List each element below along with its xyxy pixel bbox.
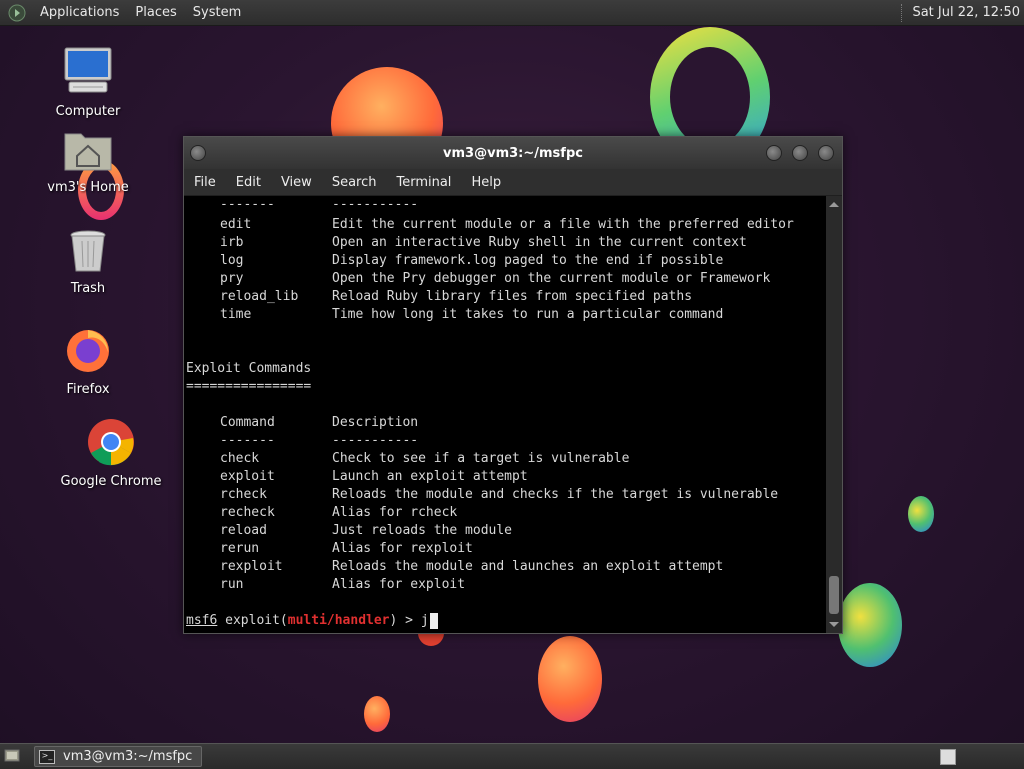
command-description: Alias for exploit [332,577,466,592]
command-description: Open an interactive Ruby shell in the cu… [332,235,747,250]
command-name: rerun [220,541,260,556]
panel-separator [901,3,904,22]
menu-edit[interactable]: Edit [226,175,271,190]
command-name: log [220,253,244,268]
terminal-icon: >_ [39,749,55,764]
command-description: Reloads the module and checks if the tar… [332,487,779,502]
command-description: Reload Ruby library files from specified… [332,289,693,304]
command-description: Edit the current module or a file with t… [332,217,794,232]
firefox-icon [67,330,109,372]
desktop-icon-chrome[interactable]: Google Chrome [58,418,164,489]
command-name: pry [220,271,244,286]
taskbar-button-label: vm3@vm3:~/msfpc [63,749,193,764]
desktop-icon-computer[interactable]: Computer [38,46,138,119]
desktop-icon-home[interactable]: vm3's Home [38,128,138,195]
prompt-tail: ) > [389,613,421,628]
command-name: reload_lib [220,289,299,304]
prompt-context: exploit( [217,613,288,628]
terminal-window[interactable]: vm3@vm3:~/msfpc File Edit View Search Te… [183,136,843,634]
command-prompt[interactable]: msf6 exploit(multi/handler) > j [186,612,438,630]
bottom-panel: >_ vm3@vm3:~/msfpc [0,743,1024,769]
menu-help[interactable]: Help [461,175,511,190]
trash-icon [70,230,106,272]
prompt-input[interactable]: j [421,613,429,628]
wallpaper-blue-ball [838,583,902,667]
window-titlebar[interactable]: vm3@vm3:~/msfpc [184,137,842,169]
command-description: Alias for rexploit [332,541,473,556]
taskbar-terminal-button[interactable]: >_ vm3@vm3:~/msfpc [34,746,202,767]
window-title: vm3@vm3:~/msfpc [443,145,583,161]
command-description: Check to see if a target is vulnerable [332,451,630,466]
desktop-icon-label: Computer [55,104,121,119]
terminal-output[interactable]: ------- ----------- edit Edit the current … [184,196,826,633]
command-name: time [220,307,252,322]
workspace-switcher[interactable] [940,749,956,765]
command-name: ------- [220,197,275,212]
desktop-icon-firefox[interactable]: Firefox [38,326,138,397]
menu-view[interactable]: View [271,175,322,190]
window-menu-button[interactable] [190,145,206,161]
section-title: Exploit Commands [186,361,312,376]
minimize-button[interactable] [766,145,782,161]
command-name: irb [220,235,244,250]
wallpaper-small-blue-ball [908,496,934,532]
command-name: rexploit [220,559,283,574]
chrome-icon [88,419,134,466]
desktop-icon-label: Trash [70,281,106,296]
clock-text[interactable]: Sat Jul 22, 12:50 [912,5,1020,20]
menu-terminal[interactable]: Terminal [386,175,461,190]
command-name: exploit [220,469,275,484]
computer-icon [64,47,112,93]
text-cursor [429,612,438,629]
command-description: Time how long it takes to run a particul… [332,307,724,322]
maximize-button[interactable] [792,145,808,161]
distro-logo-icon[interactable] [8,4,26,22]
header-description: Description [332,415,419,430]
terminal-scrollbar[interactable] [826,196,842,633]
command-description: Display framework.log paged to the end i… [332,253,724,268]
top-panel: Applications Places System Sat Jul 22, 1… [0,0,1024,26]
desktop-icon-label: vm3's Home [47,180,129,195]
command-name: run [220,577,244,592]
section-rule: ================ [186,379,312,394]
command-description: Reloads the module and launches an explo… [332,559,724,574]
system-menu[interactable]: System [185,5,249,20]
command-name: rcheck [220,487,267,502]
command-description: Open the Pry debugger on the current mod… [332,271,771,286]
wallpaper-tiny-ball [364,696,390,732]
desktop-icon-label: Google Chrome [60,474,162,489]
command-name: edit [220,217,252,232]
header-rule-description: ----------- [332,433,419,448]
home-folder-icon [64,133,112,171]
scroll-up-arrow-icon[interactable] [829,202,839,207]
command-description: Launch an exploit attempt [332,469,528,484]
wallpaper-orange-ball-bottom [538,636,602,722]
clock[interactable]: Sat Jul 22, 12:50 [901,0,1020,25]
scroll-down-arrow-icon[interactable] [829,622,839,627]
close-button[interactable] [818,145,834,161]
menu-file[interactable]: File [184,175,226,190]
desktop-icon-trash[interactable]: Trash [38,229,138,296]
command-description: ----------- [332,197,419,212]
command-description: Alias for rcheck [332,505,458,520]
prompt-module: multi/handler [287,613,390,628]
applications-menu[interactable]: Applications [32,5,127,20]
header-rule-command: ------- [220,433,275,448]
menu-search[interactable]: Search [322,175,387,190]
terminal-menubar: File Edit View Search Terminal Help [184,169,842,196]
desktop-icon-label: Firefox [66,382,110,397]
show-desktop-icon[interactable] [4,748,20,764]
prompt-user: msf6 [186,613,218,628]
command-description: Just reloads the module [332,523,513,538]
scrollbar-thumb[interactable] [829,576,839,614]
command-name: reload [220,523,267,538]
header-command: Command [220,415,275,430]
command-name: check [220,451,260,466]
command-name: recheck [220,505,275,520]
places-menu[interactable]: Places [127,5,184,20]
